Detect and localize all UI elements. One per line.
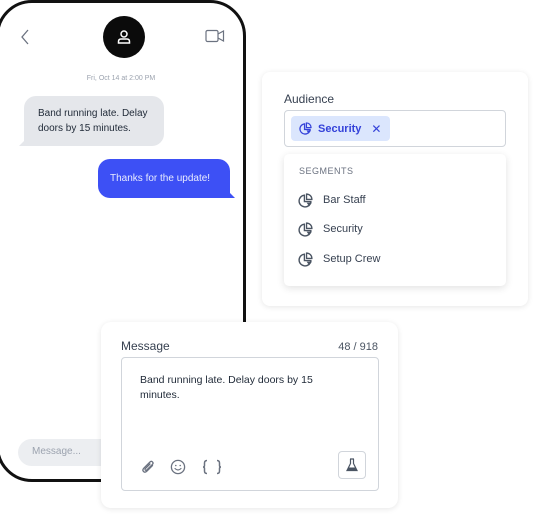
smiley-icon [170,459,186,475]
back-button[interactable] [17,27,33,47]
pie-chart-icon [298,192,313,208]
character-count: 48 / 918 [338,341,378,353]
pie-chart-icon [299,122,312,135]
dropdown-item-security[interactable]: Security [298,218,493,240]
dropdown-item-label: Setup Crew [323,253,381,265]
segments-dropdown: SEGMENTS Bar Staff Security Setup Crew [284,154,506,286]
close-icon[interactable]: ✕ [371,122,381,136]
emoji-button[interactable] [169,458,187,476]
dropdown-item-label: Security [323,223,363,235]
dropdown-item-setup-crew[interactable]: Setup Crew [298,248,493,270]
audience-label: Audience [284,92,335,106]
dropdown-item-bar-staff[interactable]: Bar Staff [298,189,493,211]
message-textarea[interactable]: Band running late. Delay doors by 15 min… [121,357,379,491]
pie-chart-icon [298,221,313,237]
conversation-header [0,3,243,73]
video-camera-icon [205,29,225,43]
incoming-message-bubble: Band running late. Delay doors by 15 min… [24,96,164,146]
user-icon [117,30,131,44]
message-text[interactable]: Band running late. Delay doors by 15 min… [140,373,330,403]
paperclip-icon [142,460,154,473]
audience-input[interactable]: Security ✕ [284,110,506,147]
contact-avatar[interactable] [103,16,145,58]
flask-icon [346,458,358,472]
test-message-button[interactable] [338,451,366,479]
curly-braces-icon [202,459,222,475]
video-call-button[interactable] [205,29,225,45]
message-label: Message [121,339,170,353]
outgoing-message-bubble: Thanks for the update! [98,159,230,198]
dropdown-item-label: Bar Staff [323,194,366,206]
chevron-left-icon [21,29,29,45]
audience-card: Audience Security ✕ SEGMENTS Bar Staff S… [262,72,528,306]
message-card: Message 48 / 918 Band running late. Dela… [101,322,398,508]
message-timestamp: Fri, Oct 14 at 2:00 PM [86,75,156,82]
selected-segment-chip[interactable]: Security ✕ [291,116,390,141]
variables-button[interactable] [200,458,224,476]
attach-button[interactable] [139,458,157,476]
dropdown-heading: SEGMENTS [299,166,354,176]
pie-chart-icon [298,251,313,267]
chip-label: Security [318,122,362,135]
